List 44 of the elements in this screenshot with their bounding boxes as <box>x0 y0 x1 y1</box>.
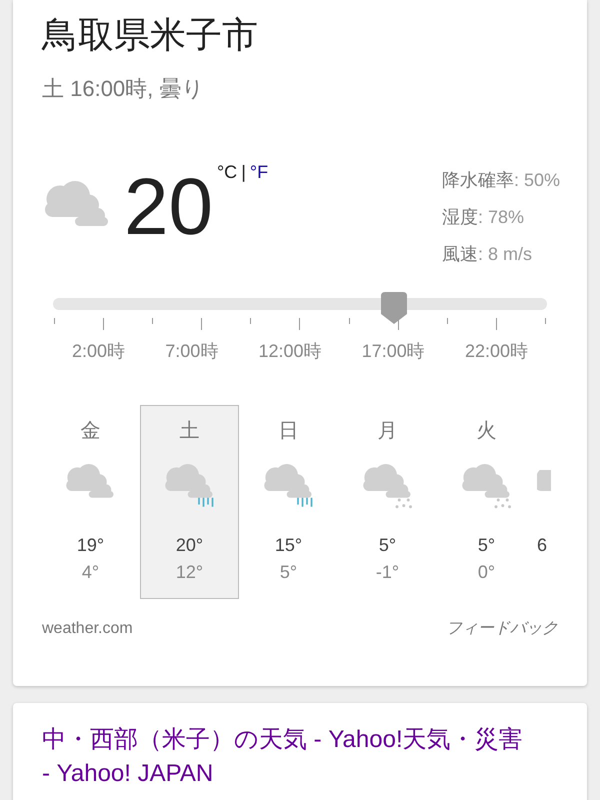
rain-cloud-icon <box>162 464 216 509</box>
time-label: 22:00時 <box>464 340 528 363</box>
time-label: 12:00時 <box>258 340 322 363</box>
temperature: 20 <box>124 167 213 247</box>
day-name: 月 <box>378 420 398 442</box>
low-temperature: 0° <box>478 561 496 584</box>
day-forecast[interactable]: 金 19° 4° <box>41 405 140 599</box>
day-forecast[interactable]: 土 20° 12° <box>140 405 239 599</box>
low-temperature: 12° <box>176 561 204 584</box>
snow-cloud-icon <box>360 464 414 509</box>
day-name: 土 <box>180 420 200 442</box>
high-temperature: 20° <box>176 534 204 557</box>
snow-cloud-icon <box>460 464 514 509</box>
high-temperature: 6 <box>537 534 548 557</box>
high-temperature: 19° <box>76 534 104 557</box>
weather-detail: 湿度: 78% <box>442 206 525 229</box>
day-forecast[interactable]: 6 <box>536 405 552 599</box>
fahrenheit-link[interactable]: °F <box>250 159 268 186</box>
celsius-unit: °C <box>216 161 238 184</box>
time-label: 17:00時 <box>362 340 425 363</box>
day-name: 日 <box>278 420 298 442</box>
feedback-link[interactable]: フィードバック <box>446 617 558 641</box>
low-temperature: -1° <box>376 561 400 584</box>
time-label: 2:00時 <box>72 340 126 363</box>
weather-detail: 風速: 8 m/s <box>442 243 533 266</box>
time-label: 7:00時 <box>165 340 218 363</box>
low-temperature: 5° <box>280 561 298 584</box>
day-forecast[interactable]: 月 5° -1° <box>338 405 437 599</box>
source-link[interactable]: weather.com <box>42 617 133 641</box>
high-temperature: 5° <box>378 534 396 557</box>
conditions-subtitle: 土 16:00時, 曇り <box>42 75 206 103</box>
day-name: 金 <box>80 420 100 442</box>
high-temperature: 5° <box>478 534 496 557</box>
unit-separator: | <box>241 161 246 184</box>
weather-detail: 降水確率: 50% <box>442 169 560 192</box>
day-name: 火 <box>476 420 496 442</box>
slider-thumb[interactable] <box>380 292 407 324</box>
day-forecast[interactable]: 日 15° 5° <box>239 405 338 599</box>
rain-cloud-icon <box>262 464 316 509</box>
day-forecast[interactable]: 火 5° 0° <box>437 405 536 599</box>
low-temperature: 4° <box>82 561 100 584</box>
high-temperature: 15° <box>274 534 302 557</box>
timeline-slider[interactable] <box>53 292 547 324</box>
location-title: 鳥取県米子市 <box>42 13 259 57</box>
